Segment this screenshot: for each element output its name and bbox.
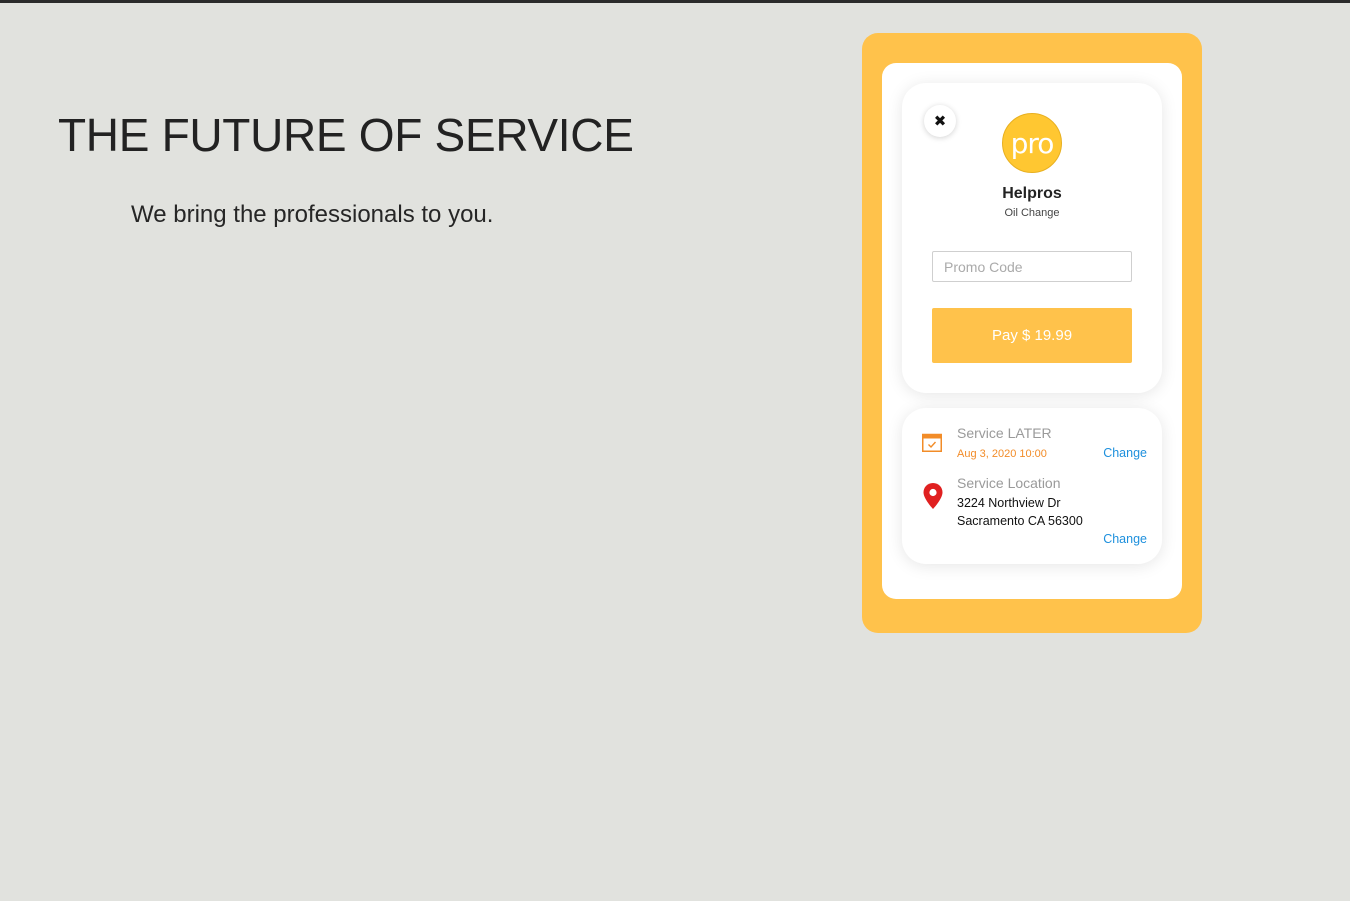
checkout-widget-frame: ✖ pro Helpros Oil Change Pay $ 19.99 Ser… bbox=[862, 33, 1202, 633]
location-label: Service Location bbox=[957, 475, 1061, 491]
address-line-1: 3224 Northview Dr bbox=[957, 496, 1061, 510]
schedule-label: Service LATER bbox=[957, 425, 1052, 441]
company-logo: pro bbox=[1002, 113, 1062, 173]
calendar-icon bbox=[922, 433, 942, 452]
top-border bbox=[0, 0, 1350, 3]
hero-subtitle: We bring the professionals to you. bbox=[131, 201, 494, 228]
company-name: Helpros bbox=[1002, 185, 1062, 202]
logo-text: pro bbox=[1010, 126, 1055, 160]
schedule-datetime: Aug 3, 2020 10:00 bbox=[957, 448, 1047, 460]
promo-code-input[interactable] bbox=[932, 251, 1132, 282]
change-schedule-link[interactable]: Change bbox=[1103, 446, 1147, 460]
close-button[interactable]: ✖ bbox=[924, 105, 956, 137]
payment-card: ✖ pro Helpros Oil Change Pay $ 19.99 bbox=[902, 83, 1162, 393]
address-line-2: Sacramento CA 56300 bbox=[957, 514, 1083, 528]
hero-title: THE FUTURE OF SERVICE bbox=[58, 109, 634, 161]
pay-button[interactable]: Pay $ 19.99 bbox=[932, 308, 1132, 363]
service-name: Oil Change bbox=[1004, 207, 1060, 219]
change-location-link[interactable]: Change bbox=[1103, 532, 1147, 546]
close-icon: ✖ bbox=[933, 113, 947, 130]
service-details-card: Service LATER Aug 3, 2020 10:00 Change S… bbox=[902, 408, 1162, 564]
map-pin-icon bbox=[923, 483, 943, 509]
checkout-widget: ✖ pro Helpros Oil Change Pay $ 19.99 Ser… bbox=[882, 63, 1182, 599]
